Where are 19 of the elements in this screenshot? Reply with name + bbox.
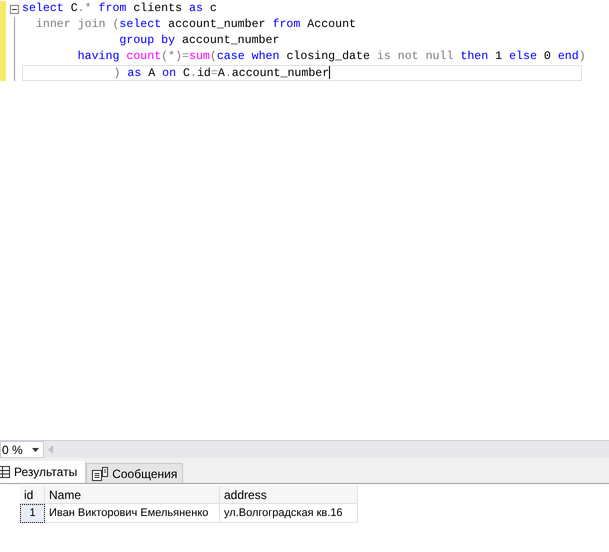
table-cell: ул.Волгоградская кв.16 — [220, 504, 358, 523]
text-cursor — [329, 66, 330, 80]
table-cell: 1 — [20, 504, 45, 523]
column-header[interactable]: id — [20, 486, 45, 504]
zoom-dropdown[interactable]: 0 % — [0, 441, 44, 458]
code-line: select C.* from clients as c — [22, 1, 217, 17]
caret-icon — [32, 448, 39, 452]
collapse-icon[interactable] — [10, 4, 18, 14]
column-header[interactable]: address — [220, 486, 358, 504]
scroll-left-icon[interactable] — [48, 445, 53, 454]
code-line: group by account_number — [118, 33, 280, 49]
code-line: having count(*)=sum(case when closing_date is not null then 1 else 0 end) — [76, 49, 586, 65]
results-tab[interactable]: Сообщения — [86, 463, 184, 483]
table-cell: Иван Викторович Емельяненко — [45, 504, 220, 523]
document-icon — [92, 466, 108, 480]
column-header[interactable]: Name — [45, 486, 220, 504]
results-tab[interactable]: Результаты — [0, 461, 86, 483]
grid-icon — [0, 466, 10, 478]
code-line: inner join (select account_number from Account — [34, 17, 356, 33]
